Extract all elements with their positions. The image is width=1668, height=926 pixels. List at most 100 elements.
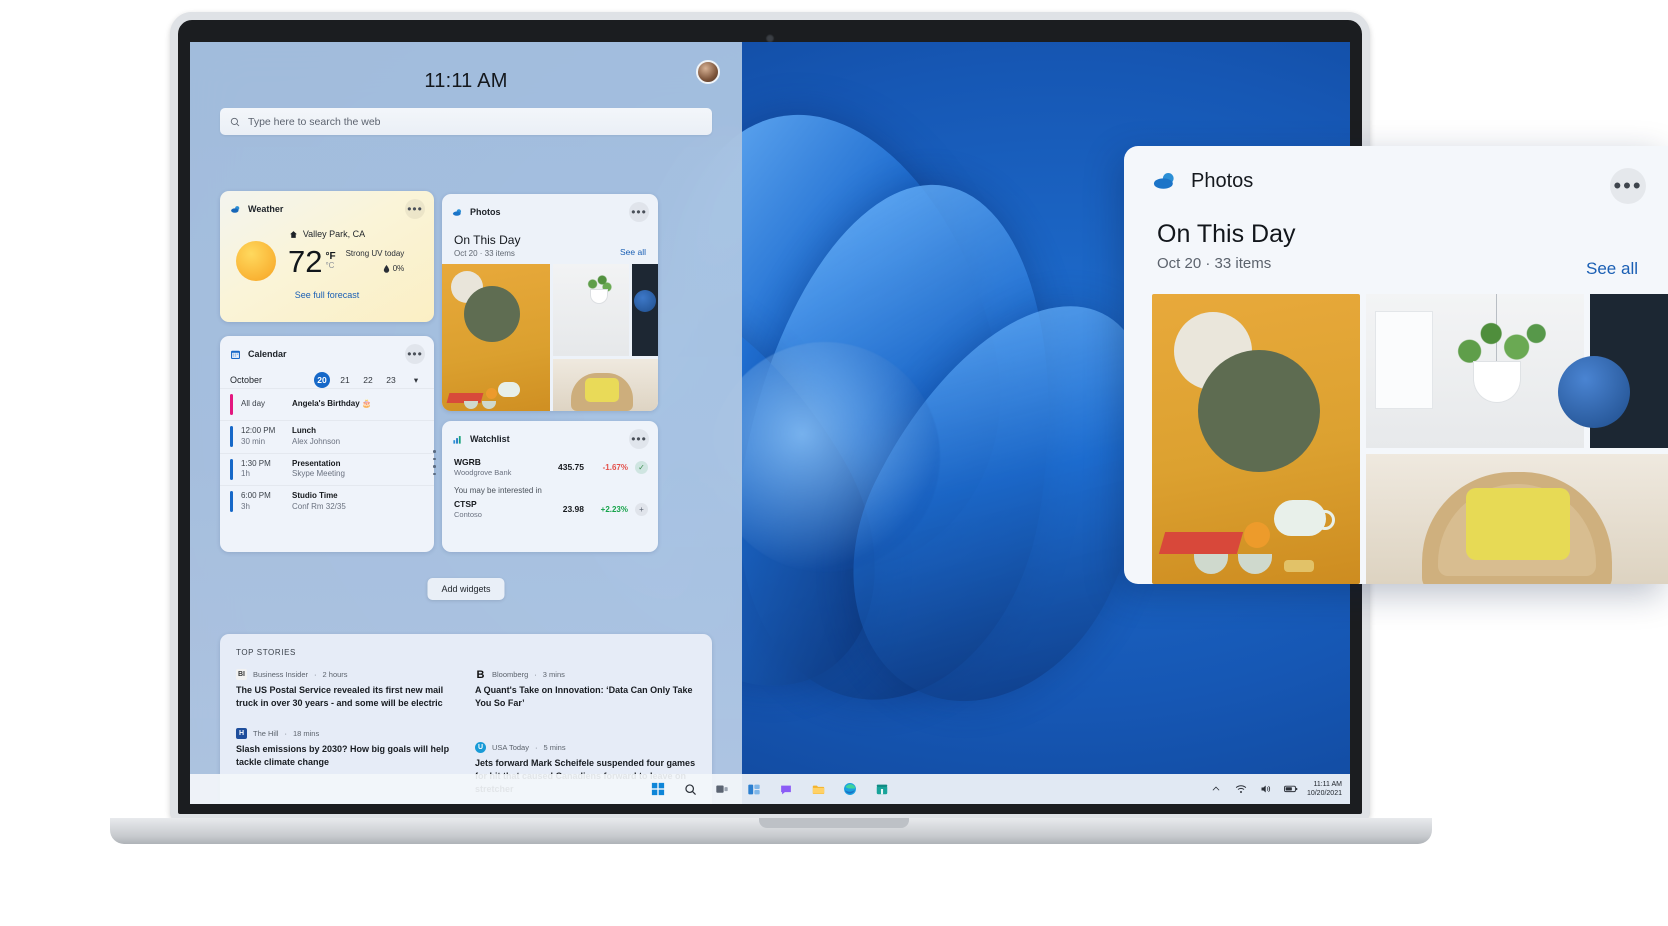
file-explorer-button[interactable] — [809, 780, 827, 798]
watchlist-suggested-row[interactable]: CTSP Contoso 23.98 +2.23% + — [442, 495, 658, 519]
watchlist-row[interactable]: WGRB Woodgrove Bank 435.75 -1.67% ✓ — [442, 453, 658, 477]
widgets-search-bar[interactable]: Type here to search the web — [220, 108, 712, 135]
search-button[interactable] — [681, 780, 699, 798]
photos-widget-header: Photos ••• — [442, 194, 658, 226]
photos-widget-see-all[interactable]: See all — [620, 247, 646, 257]
calendar-event-row[interactable]: 12:00 PM 30 min Lunch Alex Johnson — [220, 420, 434, 453]
more-options-icon[interactable]: ••• — [405, 344, 425, 364]
photo-shape-teapot — [498, 382, 520, 397]
news-headline[interactable]: A Quant's Take on Innovation: ‘Data Can … — [475, 684, 696, 710]
wallpaper-bloom — [710, 342, 940, 572]
calendar-day-23[interactable]: 23 — [383, 372, 399, 388]
chat-button[interactable] — [777, 780, 795, 798]
weather-widget[interactable]: Weather ••• Valley Park, CA 72 °F °C Str… — [220, 191, 434, 322]
event-title: Studio Time — [292, 491, 338, 501]
battery-icon[interactable] — [1282, 780, 1300, 798]
event-time: All day — [241, 399, 284, 410]
weather-temperature: 72 — [288, 243, 323, 279]
weather-forecast-link[interactable]: See full forecast — [220, 290, 434, 300]
photo-shape-cup — [1238, 554, 1272, 574]
watchlist-company: Woodgrove Bank — [454, 468, 512, 477]
volume-icon[interactable] — [1257, 780, 1275, 798]
photos-widget[interactable]: Photos ••• On This Day Oct 20 · 33 items… — [442, 194, 658, 411]
watchlist-widget[interactable]: Watchlist ••• WGRB Woodgrove Bank 435.75… — [442, 421, 658, 552]
photo-thumbnail-plant[interactable] — [1366, 294, 1584, 448]
weather-readout: 72 °F °C Strong UV today 0% — [220, 241, 434, 281]
chevron-up-icon[interactable] — [1207, 780, 1225, 798]
widget-drag-handle[interactable] — [433, 450, 436, 475]
add-icon[interactable]: + — [635, 502, 648, 516]
widgets-icon — [748, 784, 760, 794]
event-subtitle: Skype Meeting — [292, 469, 345, 479]
calendar-day-21[interactable]: 21 — [337, 372, 353, 388]
news-headline[interactable]: The US Postal Service revealed its first… — [236, 684, 457, 710]
photo-shape-pillow — [585, 378, 619, 402]
event-text: Studio Time Conf Rm 32/35 — [292, 491, 346, 513]
calendar-event-row[interactable]: 6:00 PM 3h Studio Time Conf Rm 32/35 — [220, 485, 434, 518]
more-options-icon[interactable]: ••• — [1610, 168, 1646, 204]
photo-thumbnail-globe[interactable] — [1558, 294, 1668, 448]
droplet-icon — [383, 264, 389, 273]
handle-dot — [433, 472, 436, 475]
photo-thumbnail-chair[interactable] — [553, 359, 658, 411]
more-options-icon[interactable]: ••• — [629, 202, 649, 222]
sun-icon — [236, 241, 276, 281]
watchlist-price: 435.75 — [558, 462, 584, 472]
calendar-event-row[interactable]: 1:30 PM 1h Presentation Skype Meeting — [220, 452, 434, 486]
taskbar-time: 11:11 AM — [1313, 780, 1342, 788]
photo-thumbnail-chair[interactable] — [1366, 454, 1668, 584]
store-button[interactable] — [873, 780, 891, 798]
photos-callout-see-all[interactable]: See all — [1586, 259, 1638, 279]
check-icon[interactable]: ✓ — [635, 460, 648, 474]
edge-button[interactable] — [841, 780, 859, 798]
photo-thumbnail-stilllife[interactable] — [442, 264, 550, 411]
photos-widget-thumb-column — [553, 264, 658, 411]
event-duration: 30 min — [241, 436, 266, 446]
news-source-time: 3 mins — [542, 670, 565, 679]
calendar-month-label: October — [230, 375, 263, 385]
edge-icon — [844, 783, 856, 795]
chevron-down-icon[interactable]: ▾ — [408, 372, 424, 388]
event-color-bar — [230, 458, 233, 480]
news-source-time: 18 mins — [292, 729, 320, 739]
watchlist-company: Contoso — [454, 510, 482, 519]
add-widgets-button[interactable]: Add widgets — [427, 578, 505, 600]
task-view-button[interactable] — [713, 780, 731, 798]
photos-widget-heading: On This Day — [454, 233, 521, 247]
weather-cloud-icon — [231, 205, 240, 213]
photo-shape-orange — [486, 388, 497, 399]
news-source-sep: · — [534, 743, 538, 753]
calendar-event-row[interactable]: All day Angela's Birthday 🎂 — [220, 388, 434, 420]
calendar-widget[interactable]: Calendar ••• October 20 21 22 23 ▾ All d… — [220, 336, 434, 552]
photo-thumbnail-plant[interactable] — [553, 264, 629, 356]
news-headline[interactable]: Slash emissions by 2030? How big goals w… — [236, 743, 457, 769]
more-options-icon[interactable]: ••• — [629, 429, 649, 449]
photos-callout-header: Photos — [1124, 146, 1668, 194]
more-options-icon[interactable]: ••• — [405, 199, 425, 219]
weather-unit-c[interactable]: °C — [325, 261, 335, 270]
taskbar: 11:11 AM 10/20/2021 — [190, 774, 1350, 804]
photos-callout-card[interactable]: Photos ••• On This Day Oct 20 · 33 items… — [1124, 146, 1668, 584]
news-source-sep: · — [314, 670, 317, 679]
wifi-icon[interactable] — [1232, 780, 1250, 798]
start-button[interactable] — [649, 780, 667, 798]
news-source-time: 5 mins — [543, 743, 566, 753]
search-icon — [684, 783, 696, 795]
event-time-label: 6:00 PM — [241, 491, 271, 501]
weather-details: Strong UV today 0% — [346, 249, 405, 273]
photo-shape-red-mat — [1158, 532, 1244, 554]
news-source-name: USA Today — [492, 743, 529, 753]
calendar-icon — [231, 350, 240, 359]
calendar-day-22[interactable]: 22 — [360, 372, 376, 388]
photos-widget-thumb-row — [553, 264, 658, 356]
photo-thumbnail-stilllife[interactable] — [1152, 294, 1360, 584]
avatar[interactable] — [696, 60, 720, 84]
event-time: 12:00 PM 30 min — [241, 426, 284, 448]
weather-location-label: Valley Park, CA — [302, 229, 366, 239]
event-duration: 3h — [241, 501, 250, 511]
taskbar-clock[interactable]: 11:11 AM 10/20/2021 — [1307, 780, 1342, 799]
photo-thumbnail-globe[interactable] — [632, 264, 658, 356]
calendar-day-20[interactable]: 20 — [314, 372, 330, 388]
widgets-button[interactable] — [745, 780, 763, 798]
weather-uv-text: Strong UV today — [345, 249, 405, 258]
